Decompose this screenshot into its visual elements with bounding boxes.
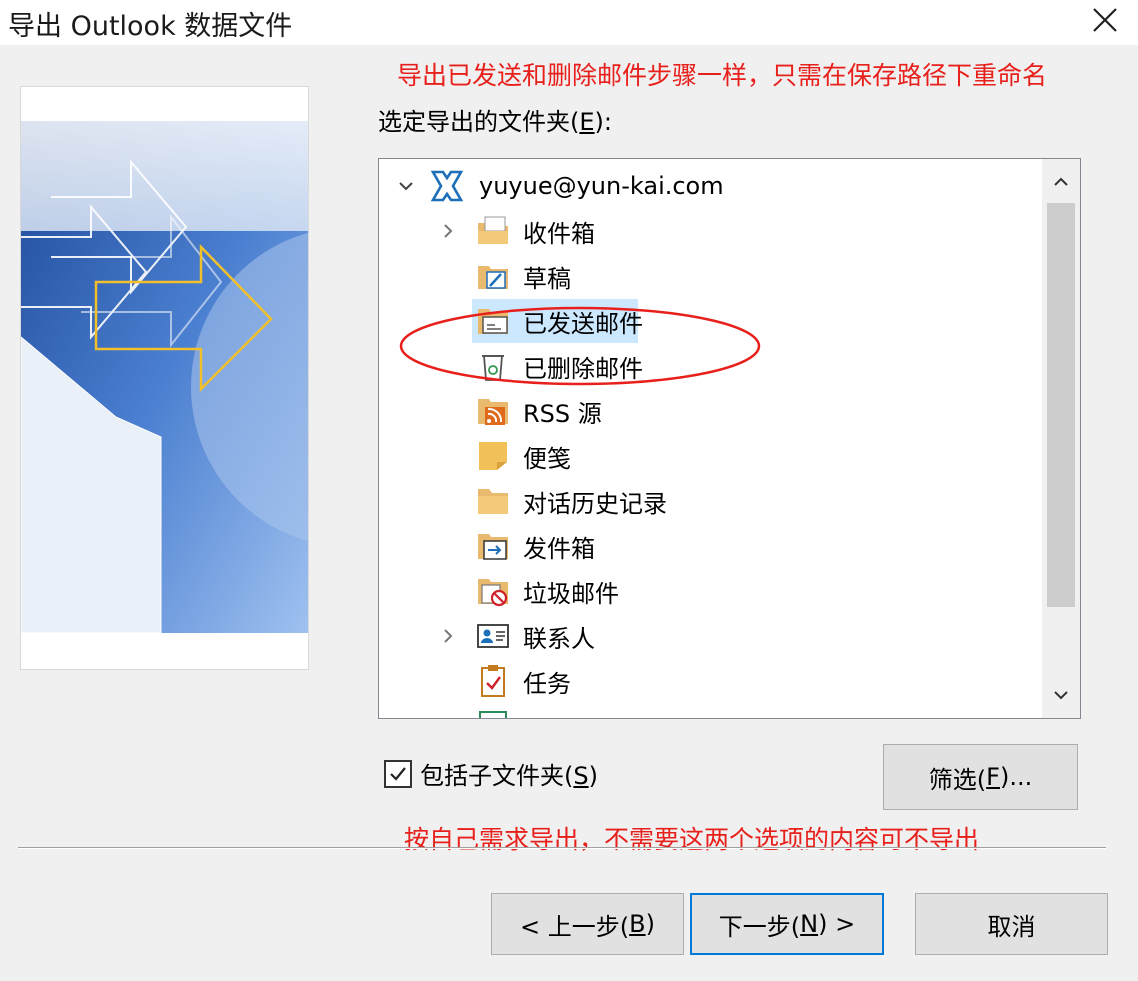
chevron-down-icon[interactable] <box>395 164 417 208</box>
notes-icon <box>479 442 507 470</box>
tree-item-tasks[interactable]: 任务 <box>379 659 1039 703</box>
tree-scrollbar[interactable] <box>1042 159 1080 718</box>
tree-item-sent[interactable]: 已发送邮件 <box>379 299 1039 343</box>
tree-item-label: 发件箱 <box>523 534 595 563</box>
cancel-button[interactable]: 取消 <box>915 893 1108 955</box>
include-subfolders-label: 包括子文件夹(S) <box>420 762 598 790</box>
chevron-right-icon[interactable] <box>437 614 459 658</box>
tree-item-junk[interactable]: 垃圾邮件 <box>379 569 1039 613</box>
tree-item-account[interactable]: yuyue@yun-kai.com <box>379 164 1039 208</box>
next-button[interactable]: 下一步(N) > <box>690 893 884 955</box>
tree-item-contacts[interactable]: 联系人 <box>379 614 1039 658</box>
annotation-top: 导出已发送和删除邮件步骤一样，只需在保存路径下重命名 <box>397 61 1048 90</box>
export-arrows-illustration <box>21 87 308 669</box>
contacts-icon <box>477 624 509 648</box>
outbox-folder-icon <box>478 534 508 560</box>
tree-item-rss[interactable]: RSS 源 <box>379 389 1039 433</box>
tree-item-label: 收件箱 <box>523 219 595 248</box>
tree-item-drafts[interactable]: 草稿 <box>379 254 1039 298</box>
checkbox-box[interactable] <box>384 759 412 788</box>
tree-item-label: RSS 源 <box>523 399 602 428</box>
footer-divider <box>18 847 1106 849</box>
inbox-folder-icon <box>478 216 508 244</box>
back-button[interactable]: < 上一步(B) <box>491 893 684 955</box>
rss-folder-icon <box>478 399 508 425</box>
account-name: yuyue@yun-kai.com <box>479 172 724 200</box>
tree-item-label: 任务 <box>523 669 571 698</box>
checkmark-icon <box>390 766 406 781</box>
close-icon <box>1093 8 1117 32</box>
tree-item-notes[interactable]: 便笺 <box>379 434 1039 478</box>
tree-item-label: 垃圾邮件 <box>523 579 619 608</box>
filter-button[interactable]: 筛选(F)... <box>883 744 1078 810</box>
tree-item-label: 草稿 <box>523 264 571 293</box>
wizard-illustration <box>20 86 309 670</box>
calendar-icon <box>479 711 507 718</box>
tree-item-label: 对话历史记录 <box>523 489 667 518</box>
chevron-down-icon <box>1054 691 1068 700</box>
tree-item-label: 已删除邮件 <box>523 354 643 383</box>
folder-icon <box>478 489 508 514</box>
export-dialog: 导出 Outlook 数据文件 导出已发送和删除邮件步骤一样，只需在保存路径下重… <box>0 0 1138 981</box>
scroll-thumb[interactable] <box>1047 203 1075 607</box>
scroll-up-button[interactable] <box>1042 163 1080 201</box>
tree-item-label: 已发送邮件 <box>523 309 643 338</box>
close-button[interactable] <box>1082 0 1128 40</box>
chevron-up-icon <box>1054 177 1068 186</box>
tree-item-inbox[interactable]: 收件箱 <box>379 209 1039 253</box>
scroll-down-button[interactable] <box>1042 676 1080 714</box>
folder-tree[interactable]: yuyue@yun-kai.com 收件箱 草稿 已发送邮件 已删除邮件 RSS… <box>378 158 1081 719</box>
annotation-bottom: 按自己需求导出，不需要这两个选项的内容可不导出 <box>404 825 980 854</box>
chevron-right-icon[interactable] <box>437 209 459 253</box>
tree-item-deleted[interactable]: 已删除邮件 <box>379 344 1039 388</box>
window-title: 导出 Outlook 数据文件 <box>8 11 293 42</box>
trash-icon <box>482 355 504 381</box>
tree-item-label: 联系人 <box>523 624 595 653</box>
sent-folder-icon <box>478 309 508 334</box>
title-bar: 导出 Outlook 数据文件 <box>0 0 1138 45</box>
tree-item-label: 便笺 <box>523 444 571 473</box>
junk-folder-icon <box>478 579 508 607</box>
exchange-account-icon <box>430 170 464 202</box>
tree-item-conversation-history[interactable]: 对话历史记录 <box>379 479 1039 523</box>
include-subfolders-checkbox[interactable]: 包括子文件夹(S) <box>384 756 598 791</box>
folder-picker-label: 选定导出的文件夹(E): <box>378 108 612 136</box>
tree-item-outbox[interactable]: 发件箱 <box>379 524 1039 568</box>
drafts-folder-icon <box>478 266 508 289</box>
tasks-icon <box>481 665 505 697</box>
tree-item-partial[interactable] <box>379 704 1039 718</box>
